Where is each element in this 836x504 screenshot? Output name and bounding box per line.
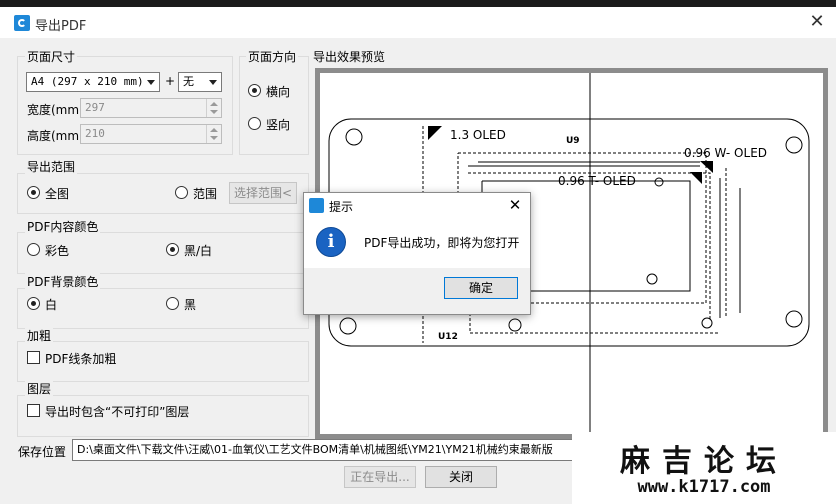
- landscape-radio[interactable]: [248, 84, 261, 97]
- export-range-label: 导出范围: [25, 158, 78, 175]
- close-icon[interactable]: ✕: [806, 11, 828, 33]
- window-title: 导出PDF: [35, 19, 87, 34]
- paper-size-select[interactable]: A4 (297 x 210 mm): [26, 72, 160, 92]
- width-label: 宽度(mm): [27, 103, 84, 117]
- select-range-button[interactable]: 选择范围<: [229, 182, 297, 204]
- close-button[interactable]: 关闭: [425, 466, 497, 488]
- info-icon: i: [316, 227, 346, 257]
- height-stepper[interactable]: 210: [80, 124, 222, 144]
- stepper-arrows-icon[interactable]: [206, 125, 221, 143]
- paper-size-value: A4 (297 x 210 mm): [31, 75, 144, 88]
- nonprint-layer-checkbox[interactable]: [27, 404, 40, 417]
- background-color-label: PDF背景颜色: [25, 273, 101, 290]
- bg-black-label: 黑: [184, 298, 197, 312]
- range-custom-radio[interactable]: [175, 186, 188, 199]
- height-label: 高度(mm): [27, 129, 84, 143]
- close-icon[interactable]: ✕: [506, 195, 524, 215]
- stepper-arrows-icon[interactable]: [206, 99, 221, 117]
- label-096-t-oled: 0.96 T- OLED: [558, 174, 636, 188]
- range-custom-label: 范围: [193, 187, 218, 201]
- preview-label: 导出效果预览: [313, 50, 386, 64]
- portrait-radio[interactable]: [248, 117, 261, 130]
- bg-white-label: 白: [45, 298, 58, 312]
- title-bar[interactable]: 导出PDF ✕: [0, 7, 836, 38]
- margin-select[interactable]: 无: [178, 72, 222, 92]
- bold-label: 加粗: [25, 327, 54, 344]
- label-u9: U9: [566, 136, 580, 146]
- bold-lines-label: PDF线条加粗: [45, 352, 117, 366]
- app-logo-icon: [14, 15, 30, 31]
- success-message: PDF导出成功，即将为您打开: [364, 236, 520, 250]
- app-logo-icon: [309, 198, 324, 213]
- margin-value: 无: [183, 75, 194, 88]
- bg-black-radio[interactable]: [166, 297, 179, 310]
- bg-white-radio[interactable]: [27, 297, 40, 310]
- layers-label: 图层: [25, 380, 54, 397]
- content-color-label: PDF内容颜色: [25, 218, 101, 235]
- page-size-label: 页面尺寸: [25, 48, 78, 65]
- chevron-down-icon: [147, 80, 155, 85]
- watermark-title: 麻吉论坛: [620, 444, 788, 479]
- chevron-down-icon: [209, 80, 217, 85]
- label-oled-13: 1.3 OLED: [450, 128, 506, 142]
- width-value: 297: [85, 101, 105, 114]
- color-label: 彩色: [45, 244, 70, 258]
- black-white-label: 黑/白: [184, 244, 213, 258]
- landscape-label: 横向: [266, 85, 291, 99]
- success-dialog-titlebar[interactable]: 提示 ✕: [304, 193, 530, 218]
- bold-lines-checkbox[interactable]: [27, 351, 40, 364]
- black-white-radio[interactable]: [166, 243, 179, 256]
- label-096-w-oled: 0.96 W- OLED: [684, 146, 767, 160]
- orientation-group: [239, 56, 309, 155]
- success-dialog-body: i PDF导出成功，即将为您打开: [304, 218, 530, 268]
- nonprint-layer-label: 导出时包含“不可打印”图层: [45, 405, 190, 419]
- label-u12: U12: [438, 332, 458, 342]
- success-dialog: 提示 ✕ i PDF导出成功，即将为您打开 确定: [303, 192, 531, 315]
- ok-button[interactable]: 确定: [444, 277, 518, 299]
- range-all-label: 全图: [45, 187, 70, 201]
- save-location-label: 保存位置: [18, 445, 67, 459]
- orientation-label: 页面方向: [246, 48, 299, 65]
- range-all-radio[interactable]: [27, 186, 40, 199]
- background-color-group: [17, 288, 309, 329]
- watermark: 麻吉论坛 www.k1717.com: [572, 432, 836, 504]
- color-radio[interactable]: [27, 243, 40, 256]
- plus-sign: +: [165, 74, 176, 88]
- exporting-button[interactable]: 正在导出...: [344, 466, 416, 488]
- watermark-url: www.k1717.com: [637, 477, 771, 497]
- height-value: 210: [85, 127, 105, 140]
- portrait-label: 竖向: [266, 118, 291, 132]
- width-stepper[interactable]: 297: [80, 98, 222, 118]
- success-dialog-title: 提示: [329, 200, 354, 214]
